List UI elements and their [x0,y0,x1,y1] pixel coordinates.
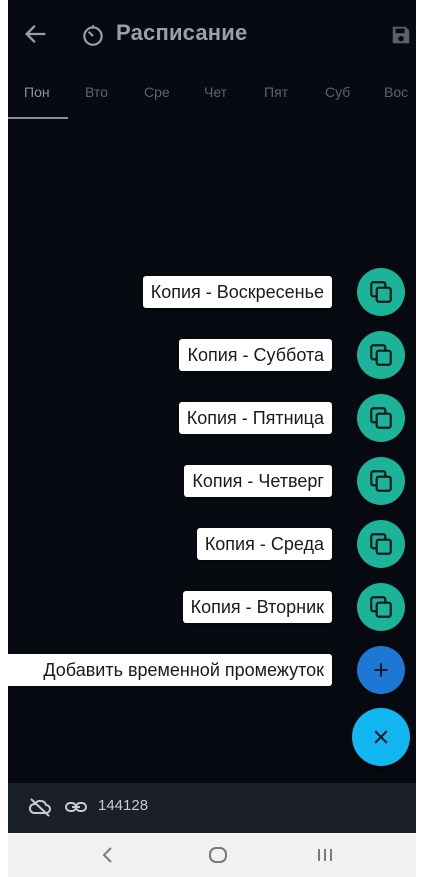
copy-friday-row: Копия - Пятница [8,394,416,450]
link-icon [65,802,87,812]
tab-sunday[interactable]: Вос [384,84,416,100]
copy-wednesday-label[interactable]: Копия - Среда [196,528,332,560]
back-arrow-icon[interactable] [22,20,50,48]
nav-back-icon[interactable] [96,843,120,867]
copy-friday-label[interactable]: Копия - Пятница [178,402,332,434]
copy-wednesday-row: Копия - Среда [8,520,416,576]
day-tabs: Пон Вто Сре Чет Пят Суб Вос [8,70,416,120]
copy-thursday-button[interactable] [357,457,405,505]
system-nav-bar [8,833,416,877]
copy-friday-button[interactable] [357,394,405,442]
cloud-off-icon [28,798,51,817]
copy-icon [370,344,392,366]
info-bar: 144128 [8,783,416,833]
copy-icon [370,281,392,303]
tab-thursday[interactable]: Чет [204,84,254,100]
timer-icon [83,25,103,46]
app-bar: Расписание [8,0,416,70]
copy-sunday-row: Копия - Воскресенье [8,268,416,324]
copy-sunday-label[interactable]: Копия - Воскресенье [142,276,332,308]
screen: Расписание Пон Вто Сре Чет Пят Суб Вос К… [8,0,416,877]
close-speed-dial-button[interactable] [352,708,410,766]
copy-thursday-row: Копия - Четверг [8,457,416,513]
plus-icon [374,663,388,677]
tab-saturday[interactable]: Суб [325,84,375,100]
add-interval-button[interactable] [357,646,405,694]
tab-friday[interactable]: Пят [264,84,314,100]
nav-home-icon[interactable] [206,843,230,867]
copy-icon [370,533,392,555]
copy-tuesday-label[interactable]: Копия - Вторник [182,591,332,623]
copy-tuesday-row: Копия - Вторник [8,583,416,639]
tab-monday[interactable]: Пон [24,84,74,100]
copy-icon [370,470,392,492]
session-id: 144128 [98,797,149,814]
close-icon [374,730,388,744]
copy-thursday-label[interactable]: Копия - Четверг [184,465,332,497]
copy-sunday-button[interactable] [357,268,405,316]
copy-saturday-label[interactable]: Копия - Суббота [179,339,332,371]
copy-tuesday-button[interactable] [357,583,405,631]
tab-indicator [8,117,68,119]
add-interval-row: Добавить временной промежуток [8,646,416,702]
copy-wednesday-button[interactable] [357,520,405,568]
page-title: Расписание [116,20,248,45]
save-icon[interactable] [390,24,412,46]
add-interval-label[interactable]: Добавить временной промежуток [8,654,332,686]
copy-saturday-button[interactable] [357,331,405,379]
copy-icon [370,407,392,429]
tab-wednesday[interactable]: Сре [144,84,194,100]
nav-recents-icon[interactable] [313,843,337,867]
tab-tuesday[interactable]: Вто [85,84,135,100]
copy-icon [370,596,392,618]
copy-saturday-row: Копия - Суббота [8,331,416,387]
